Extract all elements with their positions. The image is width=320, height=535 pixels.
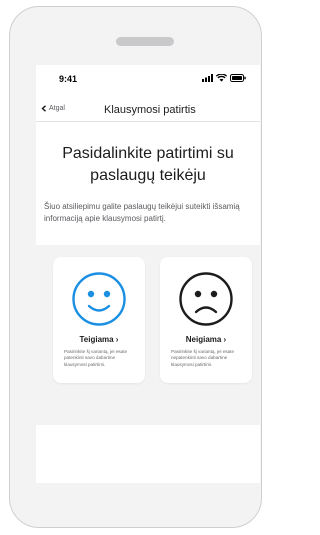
home-indicator-area	[36, 469, 260, 483]
back-label: Atgal	[49, 105, 65, 112]
page-title: Klausymosi patirtis	[104, 104, 196, 116]
positive-feedback-card[interactable]: Teigiama › Pasirinkite šį variantą, jei …	[53, 257, 145, 383]
negative-feedback-card[interactable]: Neigiama › Pasirinkite šį variantą, jei …	[160, 257, 252, 383]
happy-face-icon	[72, 272, 126, 326]
main-description: Šiuo atsiliepimu galite paslaugų teikėju…	[44, 202, 240, 223]
signal-icon	[202, 74, 213, 82]
status-time: 9:41	[59, 74, 78, 84]
negative-card-description: Pasirinkite šį variantą, jei esate nepat…	[171, 349, 235, 367]
battery-icon	[230, 74, 246, 82]
sad-face-icon	[179, 272, 233, 326]
positive-card-label: Teigiama ›	[79, 335, 119, 344]
main-heading: Pasidalinkite patirtimi su paslaugų teik…	[62, 145, 234, 184]
phone-frame: 9:41 Atgal Klausymosi patirtis Pasidalin…	[9, 6, 262, 528]
positive-card-description: Pasirinkite šį variantą, jei esate paten…	[64, 349, 128, 367]
status-icons	[202, 73, 246, 83]
app-screen: 9:41 Atgal Klausymosi patirtis Pasidalin…	[36, 65, 260, 483]
back-button[interactable]: Atgal	[41, 105, 65, 112]
phone-speaker	[116, 37, 174, 46]
wifi-icon	[216, 74, 227, 82]
chevron-left-icon	[41, 105, 46, 112]
feedback-options: Teigiama › Pasirinkite šį variantą, jei …	[36, 245, 260, 425]
status-bar: 9:41	[36, 65, 260, 93]
nav-divider	[36, 121, 260, 122]
negative-card-label: Neigiama ›	[185, 335, 227, 344]
